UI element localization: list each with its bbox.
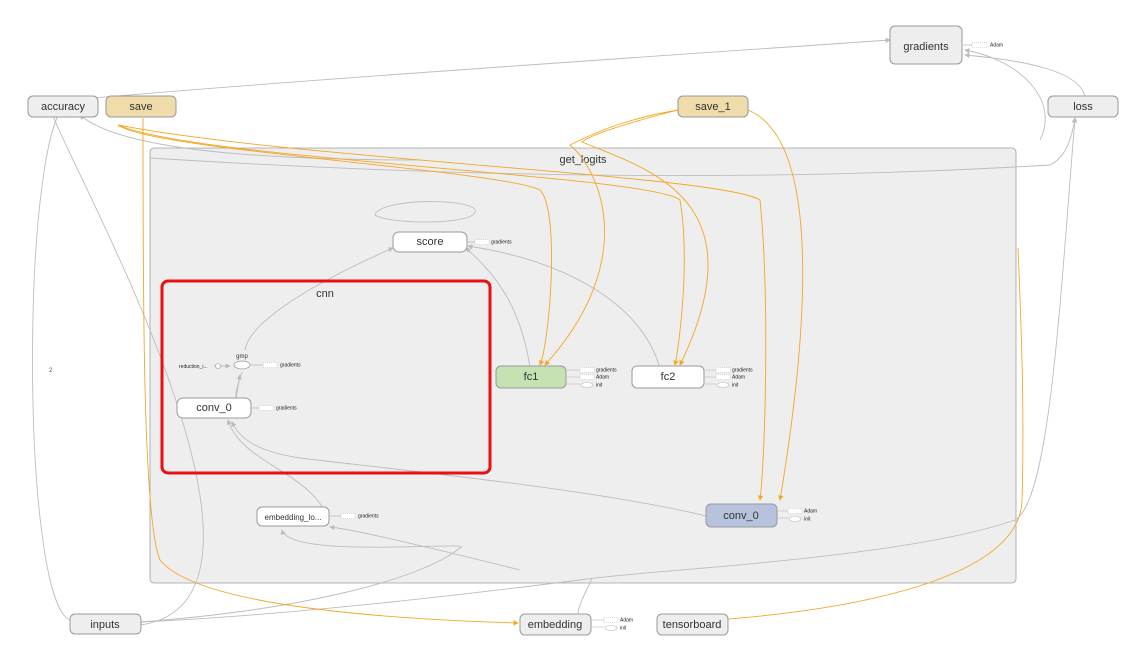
adam-label: Adam (620, 618, 633, 624)
adam-label: Adam (596, 375, 609, 381)
accuracy-node[interactable]: accuracy (27, 95, 99, 118)
gradients-node[interactable]: gradients (889, 25, 963, 65)
save-1-label: save_1 (695, 101, 730, 113)
loss-label: loss (1073, 101, 1093, 113)
init-label: init (596, 383, 603, 389)
edge-labels: 2 (49, 368, 53, 374)
gmp-label: gmp (236, 354, 248, 360)
inputs-node[interactable]: inputs (69, 613, 142, 635)
save-node[interactable]: save (105, 95, 177, 118)
fc2-node[interactable]: fc2 (631, 365, 705, 389)
gradients-aux-label: gradients (358, 514, 379, 520)
reduction-label: reduction_i... (179, 364, 208, 370)
init-label: init (732, 383, 739, 389)
fc1-label: fc1 (524, 371, 539, 383)
fc1-node[interactable]: fc1 (495, 365, 567, 389)
conv-0-inner-label: conv_0 (196, 402, 231, 414)
gradients-label: gradients (903, 41, 949, 53)
init-label: init (620, 626, 627, 632)
graph-canvas: get_logits 2 cnn gradients Adam accuracy… (27, 25, 1119, 636)
inputs-label: inputs (90, 619, 120, 631)
conv-0-outer-label: conv_0 (723, 510, 758, 522)
gradients-aux-label: gradients (280, 363, 301, 369)
score-label: score (417, 236, 444, 248)
tensorboard-label: tensorboard (663, 619, 722, 631)
gradients-aux-label: gradients (491, 240, 512, 246)
save-1-node[interactable]: save_1 (677, 95, 749, 118)
gradients-aux-label: gradients (276, 406, 297, 412)
gradients-adam-aux[interactable]: Adam (963, 42, 1003, 49)
save-label: save (129, 101, 152, 113)
adam-label: Adam (732, 375, 745, 381)
score-node[interactable]: score (392, 231, 468, 253)
accuracy-label: accuracy (41, 101, 86, 113)
gradients-aux-label: gradients (732, 368, 753, 374)
cnn-label: cnn (316, 288, 334, 300)
embedding-aux[interactable]: Adam init (591, 617, 633, 632)
tensorboard-node[interactable]: tensorboard (656, 613, 729, 636)
embedding-label: embedding (528, 619, 582, 631)
embedding-lookup-node[interactable]: embedding_lo... (256, 506, 330, 527)
embedding-node[interactable]: embedding (519, 613, 592, 636)
conv-0-inner-node[interactable]: conv_0 (176, 397, 252, 419)
fc2-label: fc2 (661, 371, 676, 383)
init-label: init (804, 517, 811, 523)
gradients-aux-label: gradients (596, 368, 617, 374)
embedding-lookup-label: embedding_lo... (265, 513, 322, 522)
adam-label: Adam (990, 43, 1003, 49)
loss-node[interactable]: loss (1047, 95, 1119, 118)
adam-label: Adam (804, 509, 817, 515)
edge-label-2: 2 (49, 368, 53, 374)
conv-0-outer-node[interactable]: conv_0 (705, 503, 778, 528)
